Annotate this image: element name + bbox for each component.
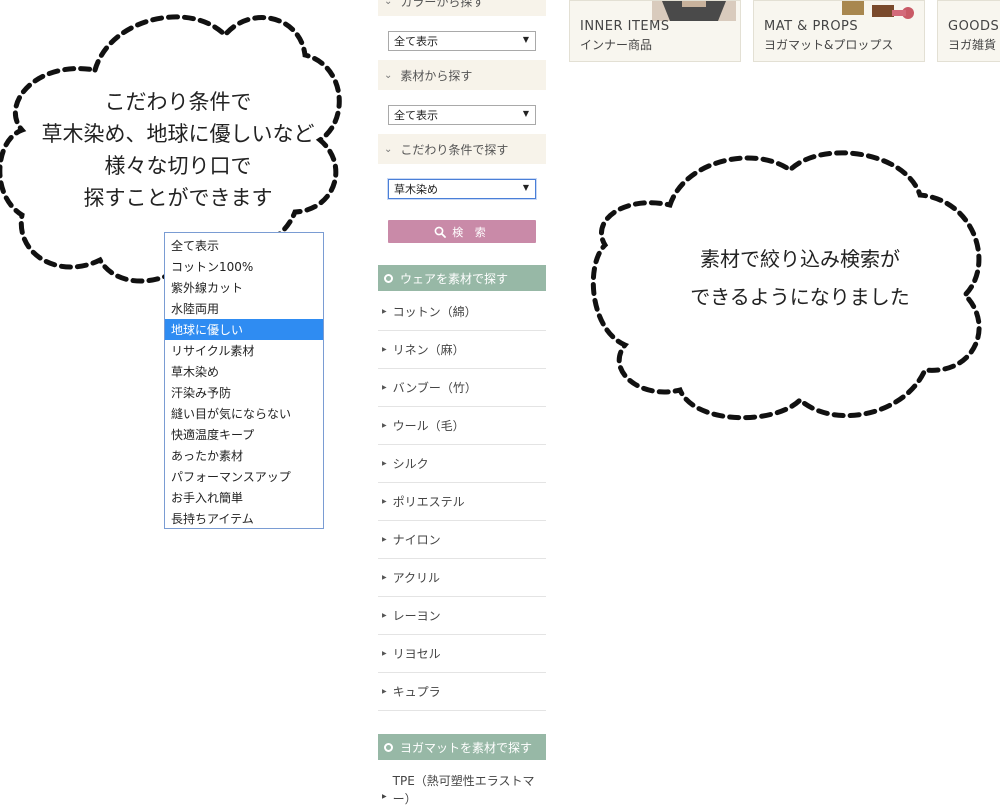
speech-bubble-left-text: こだわり条件で 草木染め、地球に優しいなど 様々な切り口で 探すことができます xyxy=(18,86,338,214)
material-list: ▶ コットン（綿） ▶ リネン（麻） ▶ バンブー（竹） ▶ ウール（毛） ▶ シルク ▶… xyxy=(378,293,546,711)
search-button[interactable]: 検 索 xyxy=(388,220,536,243)
feature-filter-label: こだわり条件で探す xyxy=(400,142,509,157)
material-label: リヨセル xyxy=(392,647,441,661)
material-label: ナイロン xyxy=(392,533,441,547)
bullet-triangle-icon: ▶ xyxy=(382,574,387,581)
dropdown-option[interactable]: 全て表示 xyxy=(165,235,323,256)
inner-wear-photo xyxy=(652,1,736,21)
bullet-triangle-icon: ▶ xyxy=(382,612,387,619)
search-icon xyxy=(434,226,447,238)
material-label: ポリエステル xyxy=(392,495,465,509)
chevron-down-icon: ⌄ xyxy=(384,143,393,155)
bubble-line: 草木染め、地球に優しいなど xyxy=(41,122,315,146)
category-jp-label: インナー商品 xyxy=(580,38,653,52)
material-label: TPE（熱可塑性エラストマー） xyxy=(392,774,535,806)
category-jp-label: ヨガ雑貨 xyxy=(948,38,997,52)
material-filter-header[interactable]: ⌄ 素材から探す xyxy=(378,60,546,90)
bubble-line: 素材で絞り込み検索が xyxy=(700,247,900,271)
color-filter-label: カラーから探す xyxy=(400,0,485,9)
caret-down-icon: ▼ xyxy=(522,183,529,192)
material-link-nylon[interactable]: ▶ ナイロン xyxy=(378,521,546,559)
feature-select-value: 草木染め xyxy=(394,183,438,196)
color-select-value: 全て表示 xyxy=(394,35,438,48)
search-button-label: 検 索 xyxy=(452,225,490,239)
caret-down-icon: ▼ xyxy=(522,109,529,118)
material-label: アクリル xyxy=(392,571,441,585)
dropdown-option[interactable]: リサイクル素材 xyxy=(165,340,323,361)
bullet-triangle-icon: ▶ xyxy=(382,793,387,800)
material-link-lyocell[interactable]: ▶ リヨセル xyxy=(378,635,546,673)
bubble-line: こだわり条件で xyxy=(104,90,252,114)
section-title: ウェアを素材で探す xyxy=(400,271,509,286)
material-link-tpe[interactable]: ▶ TPE（熱可塑性エラストマー） xyxy=(382,772,542,808)
color-select[interactable]: 全て表示 ▼ xyxy=(388,31,536,51)
material-label: キュプラ xyxy=(392,685,441,699)
dropdown-option[interactable]: お手入れ簡単 xyxy=(165,487,323,508)
feature-filter-header[interactable]: ⌄ こだわり条件で探す xyxy=(378,134,546,164)
chevron-down-icon: ⌄ xyxy=(384,0,393,7)
dropdown-option-highlighted[interactable]: 地球に優しい xyxy=(165,319,323,340)
material-label: リネン（麻） xyxy=(392,343,465,357)
bubble-line: 探すことができます xyxy=(83,186,273,210)
wear-material-section: ウェアを素材で探す xyxy=(378,265,546,291)
material-label: バンブー（竹） xyxy=(392,381,477,395)
material-link-acrylic[interactable]: ▶ アクリル xyxy=(378,559,546,597)
ring-bullet-icon xyxy=(384,273,393,283)
section-title: ヨガマットを素材で探す xyxy=(400,740,533,755)
bullet-triangle-icon: ▶ xyxy=(382,422,387,429)
caret-down-icon: ▼ xyxy=(522,35,529,44)
speech-bubble-right-text: 素材で絞り込み検索が できるようになりました xyxy=(600,240,1000,316)
material-link-cupra[interactable]: ▶ キュプラ xyxy=(378,673,546,711)
material-link-polyester[interactable]: ▶ ポリエステル xyxy=(378,483,546,521)
material-link-silk[interactable]: ▶ シルク xyxy=(378,445,546,483)
bubble-line: 様々な切り口で xyxy=(104,154,252,178)
bullet-triangle-icon: ▶ xyxy=(382,346,387,353)
material-select-value: 全て表示 xyxy=(394,109,438,122)
yoga-props-photo xyxy=(836,1,920,21)
dropdown-option[interactable]: 草木染め xyxy=(165,361,323,382)
material-link-linen[interactable]: ▶ リネン（麻） xyxy=(378,331,546,369)
bullet-triangle-icon: ▶ xyxy=(382,536,387,543)
material-label: コットン（綿） xyxy=(392,305,477,319)
bullet-triangle-icon: ▶ xyxy=(382,650,387,657)
dropdown-option[interactable]: あったか素材 xyxy=(165,445,323,466)
feature-dropdown-list[interactable]: 全て表示 コットン100% 紫外線カット 水陸両用 地球に優しい リサイクル素材… xyxy=(164,232,324,529)
material-link-wool[interactable]: ▶ ウール（毛） xyxy=(378,407,546,445)
category-card-inner[interactable]: INNER ITEMS インナー商品 xyxy=(569,0,741,62)
material-label: レーヨン xyxy=(392,609,441,623)
material-link-rayon[interactable]: ▶ レーヨン xyxy=(378,597,546,635)
bullet-triangle-icon: ▶ xyxy=(382,384,387,391)
dropdown-option[interactable]: 長持ちアイテム xyxy=(165,508,323,529)
bubble-line: できるようになりました xyxy=(690,285,910,309)
material-label: ウール（毛） xyxy=(392,419,465,433)
bullet-triangle-icon: ▶ xyxy=(382,460,387,467)
dropdown-option[interactable]: 汗染み予防 xyxy=(165,382,323,403)
category-en-label: MAT & PROPS xyxy=(764,19,859,34)
category-card-mat[interactable]: MAT & PROPS ヨガマット&プロップス xyxy=(753,0,925,62)
category-en-label: INNER ITEMS xyxy=(580,19,670,34)
dropdown-option[interactable]: コットン100% xyxy=(165,256,323,277)
material-link-bamboo[interactable]: ▶ バンブー（竹） xyxy=(378,369,546,407)
chevron-down-icon: ⌄ xyxy=(384,69,393,81)
dropdown-option[interactable]: 紫外線カット xyxy=(165,277,323,298)
ring-bullet-icon xyxy=(384,742,393,752)
dropdown-option[interactable]: 快適温度キープ xyxy=(165,424,323,445)
bullet-triangle-icon: ▶ xyxy=(382,688,387,695)
material-link-cotton[interactable]: ▶ コットン（綿） xyxy=(378,293,546,331)
category-card-goods[interactable]: GOODS ヨガ雑貨 xyxy=(937,0,1000,62)
color-filter-header[interactable]: ⌄ カラーから探す xyxy=(378,0,546,16)
category-jp-label: ヨガマット&プロップス xyxy=(764,38,894,52)
dropdown-option[interactable]: パフォーマンスアップ xyxy=(165,466,323,487)
category-en-label: GOODS xyxy=(948,19,1000,34)
bullet-triangle-icon: ▶ xyxy=(382,308,387,315)
material-label: シルク xyxy=(392,457,429,471)
material-select[interactable]: 全て表示 ▼ xyxy=(388,105,536,125)
dropdown-option[interactable]: 水陸両用 xyxy=(165,298,323,319)
feature-select[interactable]: 草木染め ▼ xyxy=(388,179,536,199)
dropdown-option[interactable]: 縫い目が気にならない xyxy=(165,403,323,424)
bullet-triangle-icon: ▶ xyxy=(382,498,387,505)
mat-material-section: ヨガマットを素材で探す xyxy=(378,734,546,760)
material-filter-label: 素材から探す xyxy=(400,68,473,83)
